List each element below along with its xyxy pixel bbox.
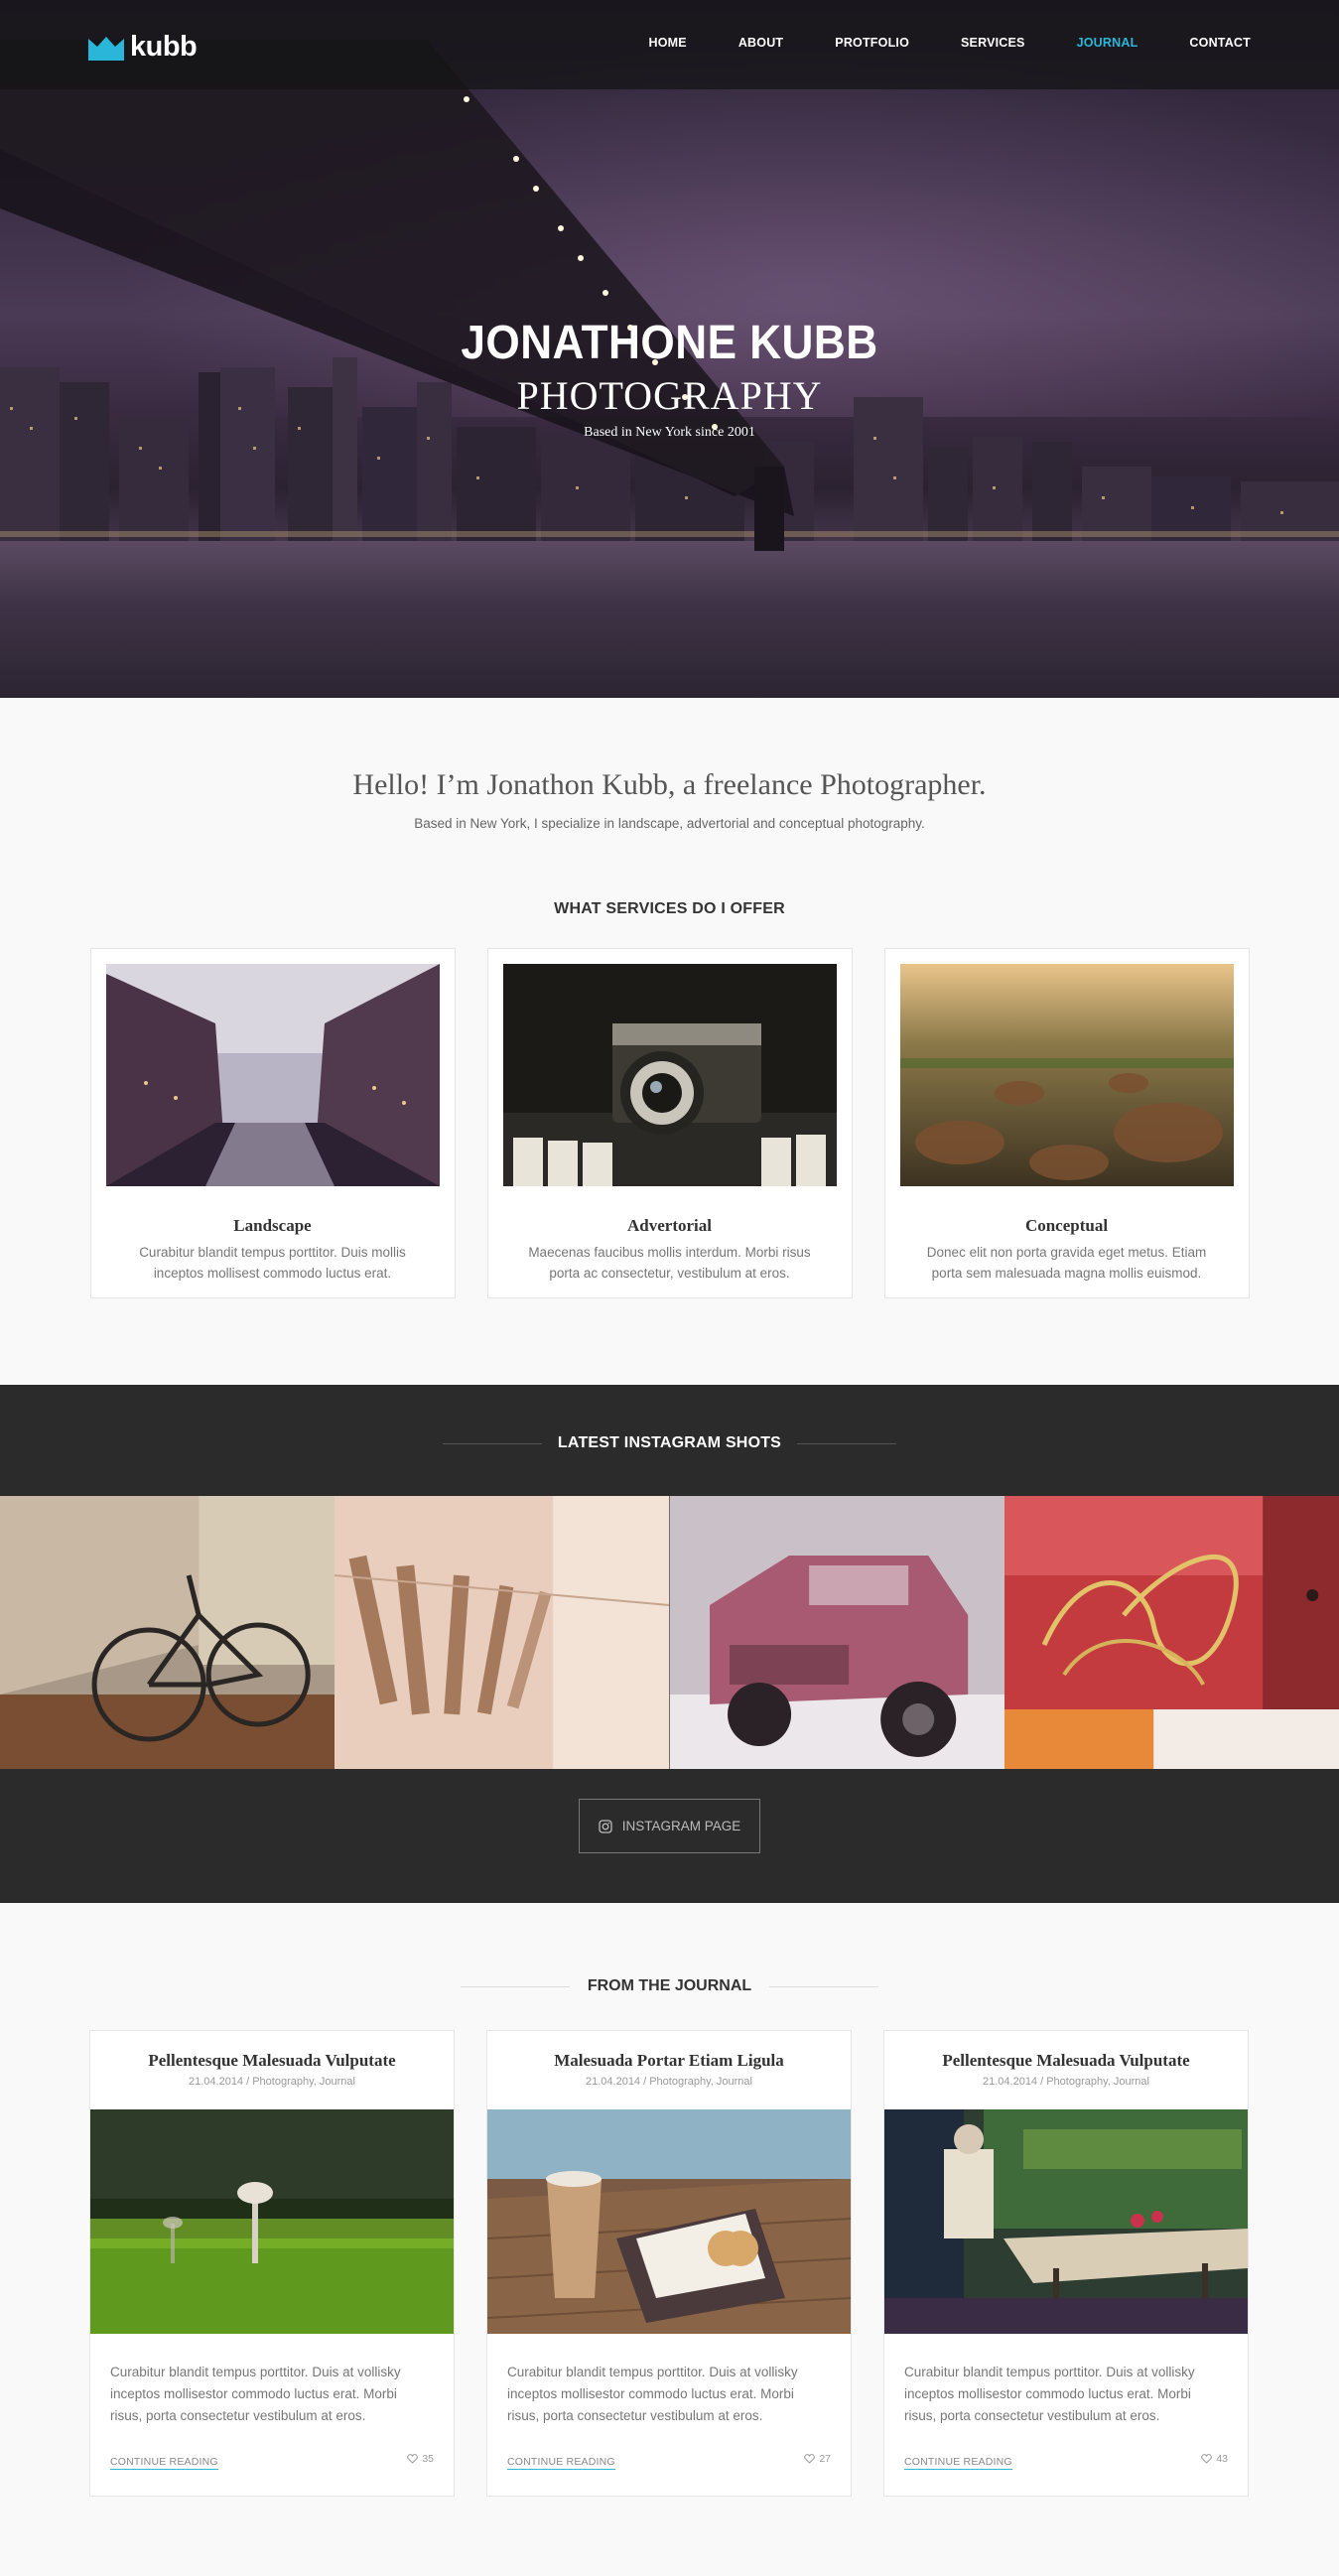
post-likes[interactable]: 27: [804, 2453, 831, 2465]
instagram-page-button[interactable]: INSTAGRAM PAGE: [579, 1799, 760, 1853]
post-excerpt: Curabitur blandit tempus porttitor. Duis…: [507, 2365, 798, 2423]
canal-street-image: [105, 964, 440, 1186]
continue-reading-link[interactable]: CONTINUE READING: [904, 2456, 1012, 2470]
service-desc: Donec elit non porta gravida eget metus.…: [926, 1245, 1207, 1281]
instagram-section: LATEST INSTAGRAM SHOTS INSTAGRAM PAGE: [0, 1385, 1339, 1903]
intro-section: Hello! I’m Jonathon Kubb, a freelance Ph…: [0, 698, 1339, 1298]
heart-icon: [407, 2454, 419, 2464]
instagram-icon: [599, 1819, 612, 1833]
journal-post: Pellentesque Malesuada Vulputate 21.04.2…: [89, 2030, 455, 2497]
hero-tagline: Based in New York since 2001: [584, 425, 755, 440]
hero-subtitle: PHOTOGRAPHY: [516, 373, 823, 418]
instagram-heading: LATEST INSTAGRAM SHOTS: [0, 1434, 1339, 1452]
intro-heading: Hello! I’m Jonathon Kubb, a freelance Ph…: [352, 768, 987, 801]
journal-post: Malesuada Portar Etiam Ligula 21.04.2014…: [486, 2030, 852, 2497]
service-name: Advertorial: [627, 1216, 712, 1235]
journal-title: FROM THE JOURNAL: [587, 1977, 752, 1994]
post-likes[interactable]: 43: [1201, 2453, 1228, 2465]
service-desc: Curabitur blandit tempus porttitor. Duis…: [139, 1245, 406, 1281]
service-card-advertorial[interactable]: Advertorial Maecenas faucibus mollis int…: [486, 948, 853, 1298]
post-excerpt: Curabitur blandit tempus porttitor. Duis…: [904, 2365, 1195, 2423]
like-count: 27: [819, 2453, 831, 2465]
post-meta: 21.04.2014 / Photography, Journal: [586, 2076, 752, 2088]
vintage-camera-image: [502, 964, 837, 1186]
journal-section: FROM THE JOURNAL Pellentesque Malesuada …: [0, 1903, 1339, 2576]
instagram-grid: [0, 1496, 1339, 1769]
divider: [460, 1985, 570, 1987]
service-card-conceptual[interactable]: Conceptual Donec elit non porta gravida …: [883, 948, 1250, 1298]
intro-text: Based in New York, I specialize in lands…: [414, 816, 925, 831]
instagram-photo-old-truck[interactable]: [669, 1496, 1004, 1769]
services-title: WHAT SERVICES DO I OFFER: [554, 900, 785, 917]
nav-item-journal[interactable]: JOURNAL: [1077, 36, 1138, 50]
river-water: [0, 541, 1339, 698]
hero-title: JONATHONE KUBB: [461, 317, 878, 369]
post-likes[interactable]: 35: [407, 2453, 434, 2465]
autumn-leaves-image: [899, 964, 1234, 1186]
hero-section: kubb HOME ABOUT PROTFOLIO SERVICES JOURN…: [0, 0, 1339, 698]
nav-item-home[interactable]: HOME: [649, 36, 687, 50]
post-title[interactable]: Malesuada Portar Etiam Ligula: [487, 2051, 851, 2071]
nav-item-about[interactable]: ABOUT: [738, 36, 783, 50]
post-image-coffee[interactable]: [487, 2109, 851, 2334]
post-excerpt: Curabitur blandit tempus porttitor. Duis…: [110, 2365, 401, 2423]
post-image-mushroom[interactable]: [90, 2109, 454, 2334]
divider: [797, 1442, 897, 1444]
continue-reading-link[interactable]: CONTINUE READING: [110, 2456, 218, 2470]
nav-item-services[interactable]: SERVICES: [961, 36, 1025, 50]
instagram-button-label: INSTAGRAM PAGE: [621, 1819, 741, 1833]
main-nav: HOME ABOUT PROTFOLIO SERVICES JOURNAL CO…: [598, 36, 1251, 50]
logo-text: kubb: [130, 31, 198, 63]
service-name: Landscape: [233, 1216, 312, 1235]
journal-heading: FROM THE JOURNAL: [0, 1977, 1339, 1995]
like-count: 35: [422, 2453, 434, 2465]
services-list: Landscape Curabitur blandit tempus portt…: [89, 948, 1250, 1298]
nav-item-portfolio[interactable]: PROTFOLIO: [835, 36, 909, 50]
service-name: Conceptual: [1024, 1216, 1109, 1235]
post-image-cafe[interactable]: [884, 2109, 1248, 2334]
post-title[interactable]: Pellentesque Malesuada Vulputate: [884, 2051, 1248, 2071]
logo[interactable]: kubb: [88, 31, 198, 64]
post-meta: 21.04.2014 / Photography, Journal: [983, 2076, 1149, 2088]
crown-icon: [88, 36, 124, 61]
journal-post: Pellentesque Malesuada Vulputate 21.04.2…: [883, 2030, 1249, 2497]
hero-text: JONATHONE KUBB PHOTOGRAPHY Based in New …: [0, 316, 1339, 441]
service-card-landscape[interactable]: Landscape Curabitur blandit tempus portt…: [89, 948, 456, 1298]
nav-item-contact[interactable]: CONTACT: [1189, 36, 1251, 50]
service-desc: Maecenas faucibus mollis interdum. Morbi…: [528, 1245, 811, 1281]
instagram-photo-red-wires[interactable]: [1004, 1496, 1339, 1769]
heart-icon: [804, 2454, 816, 2464]
heart-icon: [1201, 2454, 1213, 2464]
like-count: 43: [1216, 2453, 1228, 2465]
post-title[interactable]: Pellentesque Malesuada Vulputate: [90, 2051, 454, 2071]
continue-reading-link[interactable]: CONTINUE READING: [507, 2456, 615, 2470]
instagram-photo-clothespins[interactable]: [335, 1496, 670, 1769]
instagram-photo-bicycle[interactable]: [0, 1496, 335, 1769]
instagram-title: LATEST INSTAGRAM SHOTS: [557, 1434, 782, 1451]
navbar: kubb HOME ABOUT PROTFOLIO SERVICES JOURN…: [0, 0, 1339, 89]
divider: [769, 1985, 879, 1987]
post-meta: 21.04.2014 / Photography, Journal: [189, 2076, 355, 2088]
divider: [442, 1442, 542, 1444]
journal-posts: Pellentesque Malesuada Vulputate 21.04.2…: [89, 2030, 1249, 2497]
